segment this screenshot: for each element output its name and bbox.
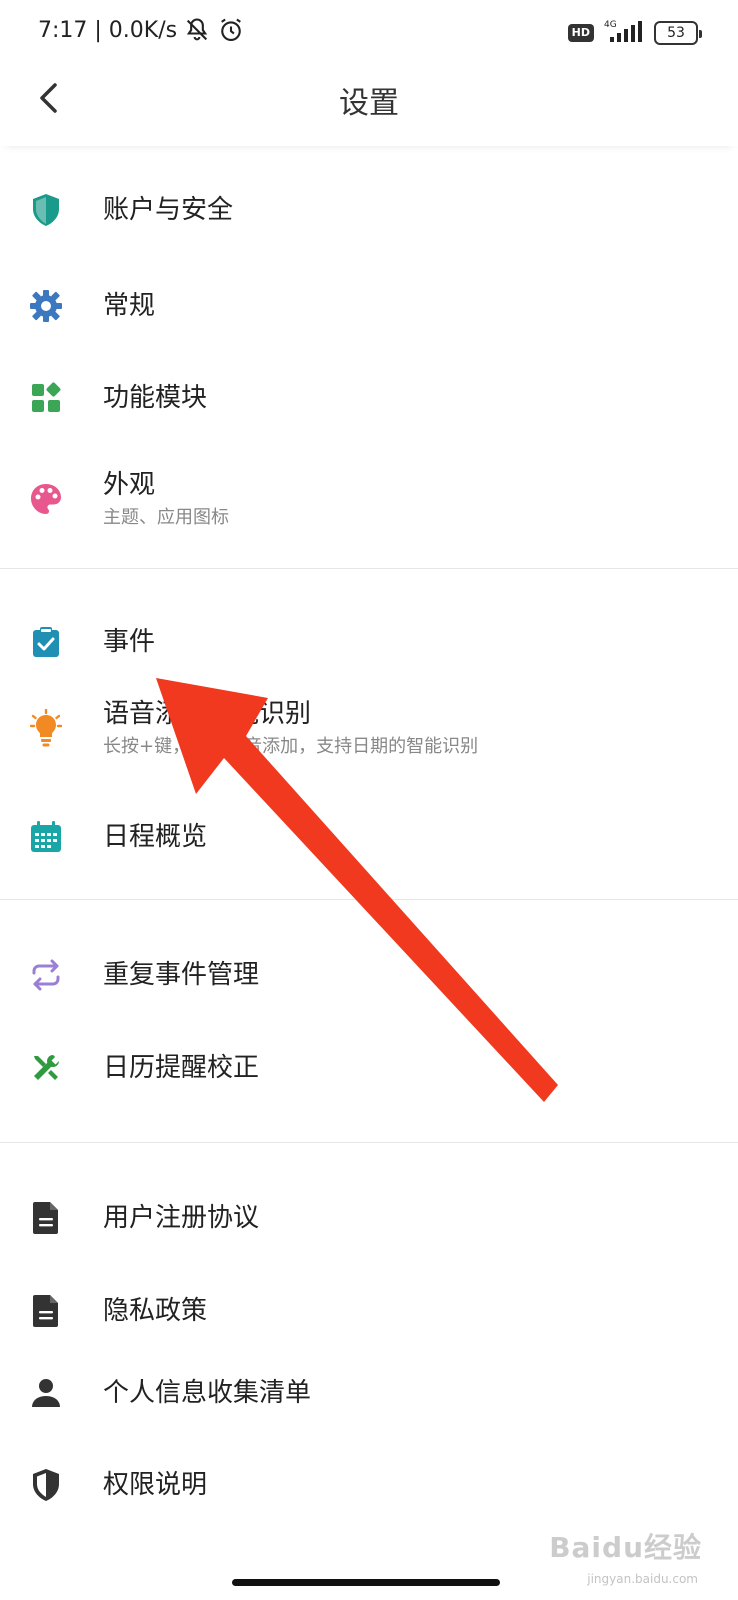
item-label: 语音添加智能识别 — [103, 699, 312, 729]
item-label: 日历提醒校正 — [103, 1053, 260, 1083]
item-label: 权限说明 — [103, 1470, 208, 1500]
item-schedule-overview[interactable]: 日程概览 — [0, 781, 738, 893]
item-sublabel: 主题、应用图标 — [103, 507, 229, 528]
item-permissions[interactable]: 权限说明 — [0, 1457, 738, 1513]
status-right: HD 4G 53 — [567, 18, 702, 48]
item-voice-add[interactable]: 语音添加智能识别 长按+键，快捷语音添加，支持日期的智能识别 — [0, 695, 738, 761]
document-icon — [28, 1200, 64, 1236]
item-label: 常规 — [103, 291, 156, 321]
shield-half-icon — [28, 1467, 64, 1503]
item-label: 功能模块 — [103, 383, 208, 413]
calendar-icon — [28, 819, 64, 855]
item-label: 隐私政策 — [103, 1296, 208, 1326]
lightbulb-icon — [28, 709, 64, 747]
item-account-security[interactable]: 账户与安全 — [0, 160, 738, 260]
watermark-brand: Baidu经验 — [549, 1531, 702, 1564]
palette-icon — [28, 481, 64, 517]
item-sublabel: 长按+键，快捷语音添加，支持日期的智能识别 — [103, 736, 479, 757]
item-label: 个人信息收集清单 — [103, 1378, 312, 1408]
shield-icon — [28, 192, 64, 228]
mute-notification-icon — [183, 16, 211, 44]
status-time-speed: 7:17 | 0.0K/s — [38, 17, 178, 43]
tools-icon — [28, 1050, 64, 1086]
header: 设置 — [0, 64, 738, 146]
item-privacy-policy[interactable]: 隐私政策 — [0, 1293, 738, 1329]
item-modules[interactable]: 功能模块 — [0, 352, 738, 444]
item-user-agreement[interactable]: 用户注册协议 — [0, 1143, 738, 1293]
item-label: 重复事件管理 — [103, 960, 260, 990]
modules-icon — [28, 380, 64, 416]
item-label: 账户与安全 — [103, 195, 234, 225]
item-label: 日程概览 — [103, 822, 208, 852]
home-indicator[interactable] — [232, 1579, 500, 1586]
item-label: 用户注册协议 — [103, 1203, 260, 1233]
network-label: 4G — [604, 20, 617, 30]
item-appearance[interactable]: 外观 主题、应用图标 — [0, 444, 738, 554]
clipboard-check-icon — [28, 624, 64, 660]
item-repeat-events[interactable]: 重复事件管理 — [0, 900, 738, 1050]
settings-list: 账户与安全 常规 功能模块 外观 主题、应用图标 事件 语音添加智能识别 长按+… — [0, 160, 738, 1513]
item-label: 事件 — [103, 627, 156, 657]
person-icon — [28, 1375, 64, 1411]
alarm-icon — [217, 16, 245, 44]
status-left: 7:17 | 0.0K/s — [38, 16, 245, 44]
item-personal-info-list[interactable]: 个人信息收集清单 — [0, 1365, 738, 1421]
gear-icon — [28, 288, 64, 324]
watermark-url: jingyan.baidu.com — [587, 1572, 698, 1586]
document-icon — [28, 1293, 64, 1329]
item-label: 外观 — [103, 470, 156, 500]
status-bar: 7:17 | 0.0K/s HD 4G 53 — [0, 0, 738, 64]
hd-badge: HD — [567, 24, 594, 42]
signal-icon: 4G — [602, 18, 646, 48]
page-title: 设置 — [339, 86, 399, 121]
battery-indicator: 53 — [654, 21, 702, 45]
item-general[interactable]: 常规 — [0, 260, 738, 352]
item-events[interactable]: 事件 — [0, 569, 738, 715]
item-calendar-reminder-calibrate[interactable]: 日历提醒校正 — [0, 1050, 738, 1086]
repeat-icon — [28, 957, 64, 993]
